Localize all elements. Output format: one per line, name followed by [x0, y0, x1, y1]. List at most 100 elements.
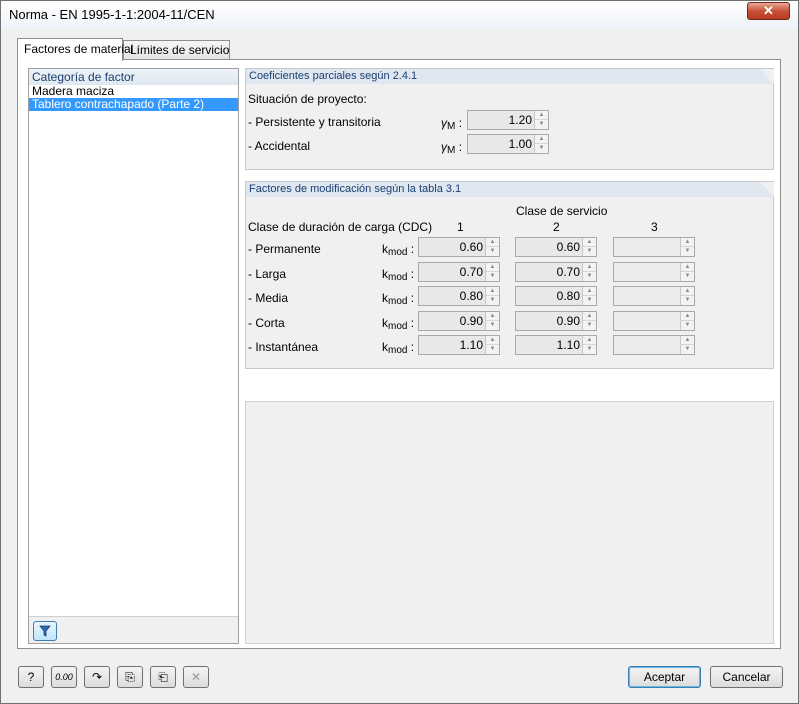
- up-arrow-icon: ▲: [486, 336, 499, 345]
- kmod-stepper-col-3[interactable]: ▲ ▼: [613, 237, 695, 257]
- import-button[interactable]: ⎗: [150, 666, 176, 688]
- gamma-m-symbol: γM :: [441, 140, 463, 156]
- stepper-arrows[interactable]: ▲ ▼: [582, 262, 596, 281]
- kmod-stepper-col-1[interactable]: 0.90 ▲ ▼: [418, 310, 500, 331]
- column-header-3: 3: [651, 220, 658, 234]
- kmod-symbol: kmod :: [382, 291, 415, 307]
- stepper-value: 0.60: [459, 240, 483, 254]
- partial-coefficients-title: Coeficientes parciales según 2.4.1: [246, 69, 774, 84]
- kmod-stepper-col-3[interactable]: ▲ ▼: [613, 310, 695, 331]
- kmod-stepper-col-1[interactable]: 0.60 ▲ ▼: [418, 237, 500, 257]
- close-icon: ✕: [763, 3, 774, 18]
- tab-panel: Categoría de factor Madera maciza Tabler…: [17, 59, 781, 649]
- stepper-arrows[interactable]: ▲ ▼: [582, 287, 596, 305]
- load-duration-label: Clase de duración de carga (CDC): [248, 220, 433, 234]
- row-label-persistent: - Persistente y transitoria: [248, 115, 381, 129]
- stepper-value: 0.90: [556, 313, 580, 328]
- kmod-stepper-col-1[interactable]: 1.10 ▲ ▼: [418, 335, 500, 355]
- kmod-symbol: kmod :: [382, 242, 415, 258]
- service-class-label: Clase de servicio: [516, 204, 608, 218]
- kmod-stepper-col-2[interactable]: 0.60 ▲ ▼: [515, 237, 597, 257]
- up-arrow-icon: ▲: [486, 238, 499, 247]
- gamma-m-symbol: γM :: [441, 116, 463, 132]
- up-arrow-icon: ▲: [681, 287, 694, 296]
- stepper-arrows[interactable]: ▲ ▼: [534, 135, 548, 153]
- stepper-value: 0.80: [459, 289, 483, 303]
- dialog-window: Norma - EN 1995-1-1:2004-11/CEN ✕ Factor…: [0, 0, 799, 704]
- kmod-stepper-col-2[interactable]: 0.90 ▲ ▼: [515, 310, 597, 331]
- help-icon: ?: [27, 670, 35, 684]
- stepper-value: 1.20: [508, 113, 532, 127]
- help-button[interactable]: ?: [18, 666, 44, 688]
- stepper-arrows[interactable]: ▲ ▼: [680, 336, 694, 354]
- export-icon: ⎘: [125, 669, 135, 684]
- up-arrow-icon: ▲: [486, 312, 499, 321]
- decimal-places-button[interactable]: 0.00: [51, 666, 77, 688]
- kmod-stepper-col-2[interactable]: 0.70 ▲ ▼: [515, 261, 597, 282]
- delete-icon: ✕: [190, 670, 202, 684]
- up-arrow-icon: ▲: [535, 135, 548, 144]
- row-label-accidental: - Accidental: [248, 139, 311, 153]
- down-arrow-icon: ▼: [684, 248, 691, 254]
- filter-button[interactable]: [33, 621, 57, 641]
- up-arrow-icon: ▲: [681, 312, 694, 321]
- down-arrow-icon: ▼: [586, 272, 593, 279]
- delete-button[interactable]: ✕: [183, 666, 209, 688]
- kmod-symbol: kmod :: [382, 340, 415, 356]
- column-header-1: 1: [457, 220, 464, 234]
- tab-limites-de-servicio[interactable]: Límites de servicio: [123, 40, 230, 60]
- kmod-stepper-col-2[interactable]: 0.80 ▲ ▼: [515, 286, 597, 306]
- column-header-2: 2: [553, 220, 560, 234]
- up-arrow-icon: ▲: [681, 238, 694, 247]
- gamma-m-accidental-stepper[interactable]: 1.00 ▲ ▼: [467, 134, 549, 154]
- kmod-symbol: kmod :: [382, 315, 415, 332]
- gamma-m-persistent-stepper[interactable]: 1.20 ▲ ▼: [467, 110, 549, 130]
- stepper-value: 1.10: [459, 338, 483, 352]
- stepper-value: 0.60: [556, 240, 580, 254]
- stepper-arrows[interactable]: ▲ ▼: [680, 262, 694, 281]
- kmod-stepper-col-1[interactable]: 0.80 ▲ ▼: [418, 286, 500, 306]
- stepper-arrows[interactable]: ▲ ▼: [485, 287, 499, 305]
- stepper-arrows[interactable]: ▲ ▼: [582, 311, 596, 330]
- down-arrow-icon: ▼: [586, 346, 593, 352]
- up-arrow-icon: ▲: [486, 287, 499, 296]
- filter-icon: [39, 625, 51, 637]
- export-button[interactable]: ⎘: [117, 666, 143, 688]
- down-arrow-icon: ▼: [684, 321, 691, 328]
- up-arrow-icon: ▲: [535, 111, 548, 120]
- stepper-arrows[interactable]: ▲ ▼: [680, 287, 694, 305]
- down-arrow-icon: ▼: [538, 121, 545, 127]
- stepper-arrows[interactable]: ▲ ▼: [582, 336, 596, 354]
- kmod-stepper-col-3[interactable]: ▲ ▼: [613, 286, 695, 306]
- stepper-arrows[interactable]: ▲ ▼: [485, 311, 499, 330]
- up-arrow-icon: ▲: [681, 263, 694, 272]
- stepper-value: 0.80: [556, 289, 580, 303]
- reset-button[interactable]: ↷: [84, 666, 110, 688]
- kmod-stepper-col-3[interactable]: ▲ ▼: [613, 335, 695, 355]
- stepper-arrows[interactable]: ▲ ▼: [534, 111, 548, 129]
- stepper-arrows[interactable]: ▲ ▼: [582, 238, 596, 256]
- kmod-stepper-col-3[interactable]: ▲ ▼: [613, 261, 695, 282]
- down-arrow-icon: ▼: [684, 346, 691, 352]
- stepper-value: 0.70: [556, 264, 580, 279]
- stepper-arrows[interactable]: ▲ ▼: [680, 238, 694, 256]
- close-button[interactable]: ✕: [747, 2, 790, 20]
- stepper-arrows[interactable]: ▲ ▼: [485, 238, 499, 256]
- stepper-value: 0.90: [459, 313, 483, 328]
- title-bar: Norma - EN 1995-1-1:2004-11/CEN ✕: [1, 1, 798, 29]
- cancel-button[interactable]: Cancelar: [710, 666, 783, 688]
- reset-icon: ↷: [91, 670, 103, 684]
- kmod-stepper-col-1[interactable]: 0.70 ▲ ▼: [418, 261, 500, 282]
- tab-factores-de-material[interactable]: Factores de material: [17, 38, 133, 61]
- up-arrow-icon: ▲: [583, 336, 596, 345]
- down-arrow-icon: ▼: [538, 145, 545, 151]
- up-arrow-icon: ▲: [583, 238, 596, 247]
- down-arrow-icon: ▼: [586, 321, 593, 328]
- stepper-arrows[interactable]: ▲ ▼: [680, 311, 694, 330]
- list-item-tablero-contrachapado[interactable]: Tablero contrachapado (Parte 2): [29, 98, 238, 111]
- stepper-arrows[interactable]: ▲ ▼: [485, 262, 499, 281]
- kmod-stepper-col-2[interactable]: 1.10 ▲ ▼: [515, 335, 597, 355]
- stepper-arrows[interactable]: ▲ ▼: [485, 336, 499, 354]
- accept-button[interactable]: Aceptar: [628, 666, 701, 688]
- row-label: - Instantánea: [248, 340, 319, 354]
